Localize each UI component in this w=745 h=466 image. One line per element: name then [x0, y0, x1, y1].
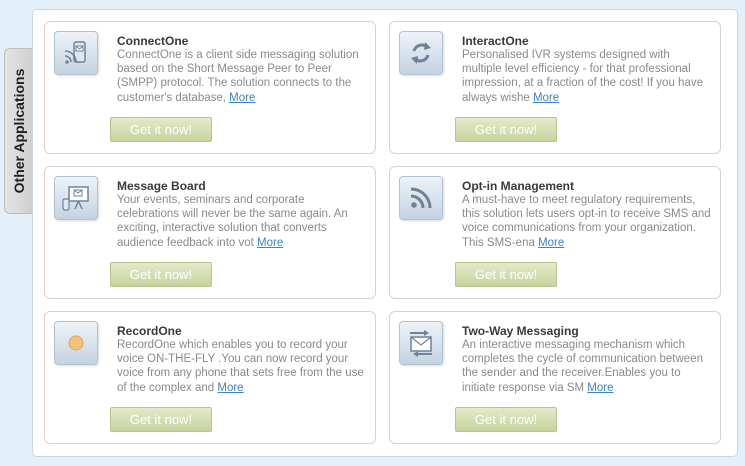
record-dot-icon: [54, 321, 98, 365]
more-link[interactable]: More: [229, 92, 255, 104]
get-it-now-button[interactable]: Get it now!: [110, 262, 212, 287]
app-description: Personalised IVR systems designed with m…: [462, 49, 703, 104]
more-link[interactable]: More: [538, 237, 564, 249]
refresh-arrows-icon: [399, 31, 443, 75]
app-card-recordone: RecordOne RecordOne which enables you to…: [44, 311, 376, 444]
app-title: ConnectOne: [117, 34, 189, 48]
get-it-now-button[interactable]: Get it now!: [110, 117, 212, 142]
app-description: Your events, seminars and corporate cele…: [117, 194, 348, 249]
app-title: InteractOne: [462, 34, 529, 48]
other-applications-tab[interactable]: Other Applications: [4, 48, 32, 214]
get-it-now-button[interactable]: Get it now!: [110, 407, 212, 432]
more-link[interactable]: More: [533, 92, 559, 104]
presentation-board-icon: [54, 176, 98, 220]
two-way-envelope-icon: [399, 321, 443, 365]
app-card-opt-in-management: Opt-in Management A must-have to meet re…: [389, 166, 721, 299]
more-link[interactable]: More: [257, 237, 283, 249]
app-description: ConnectOne is a client side messaging so…: [117, 49, 359, 104]
app-title: Message Board: [117, 179, 206, 193]
get-it-now-button[interactable]: Get it now!: [455, 117, 557, 142]
get-it-now-button[interactable]: Get it now!: [455, 407, 557, 432]
app-description: RecordOne which enables you to record yo…: [117, 339, 364, 394]
more-link[interactable]: More: [217, 382, 243, 394]
applications-panel: ConnectOne ConnectOne is a client side m…: [32, 9, 738, 457]
app-description: An interactive messaging mechanism which…: [462, 339, 703, 394]
app-title: RecordOne: [117, 324, 182, 338]
app-description: A must-have to meet regulatory requireme…: [462, 194, 711, 249]
rss-feed-icon: [399, 176, 443, 220]
app-card-two-way-messaging: Two-Way Messaging An interactive messagi…: [389, 311, 721, 444]
get-it-now-button[interactable]: Get it now!: [455, 262, 557, 287]
app-title: Two-Way Messaging: [462, 324, 579, 338]
mobile-message-icon: [54, 31, 98, 75]
app-card-message-board: Message Board Your events, seminars and …: [44, 166, 376, 299]
app-card-interactone: InteractOne Personalised IVR systems des…: [389, 21, 721, 154]
app-card-connectone: ConnectOne ConnectOne is a client side m…: [44, 21, 376, 154]
other-applications-tab-label: Other Applications: [10, 68, 27, 194]
app-title: Opt-in Management: [462, 179, 575, 193]
more-link[interactable]: More: [587, 382, 613, 394]
